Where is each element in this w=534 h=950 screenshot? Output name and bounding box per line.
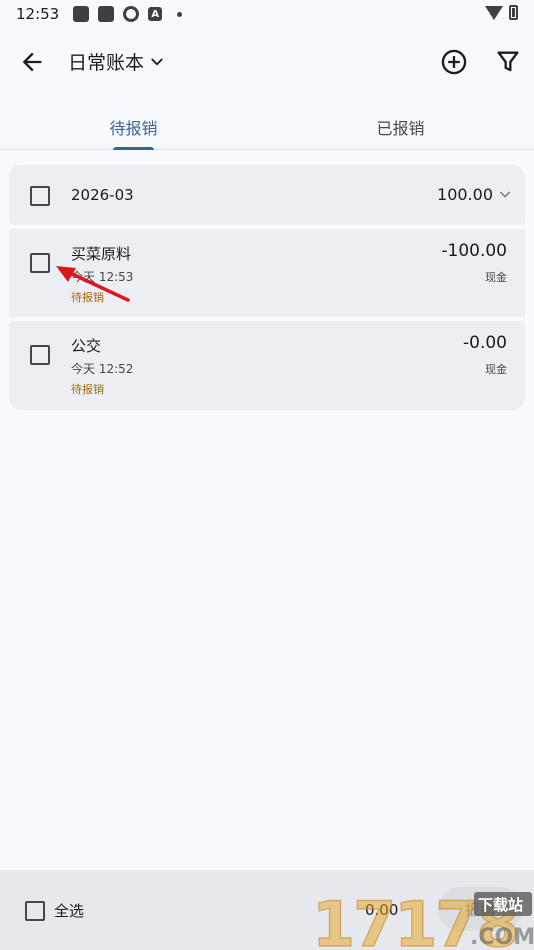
bottom-action-bar: 全选 0.00 报销 — [0, 870, 534, 950]
notification-icon — [73, 6, 90, 22]
sync-icon — [123, 6, 140, 22]
item-checkbox[interactable] — [30, 253, 50, 273]
group-month-label: 2026-03 — [71, 186, 134, 204]
reimburse-button[interactable]: 报销 — [438, 887, 522, 931]
wifi-icon — [485, 5, 503, 20]
select-all-label: 全选 — [54, 902, 85, 920]
item-status: 待报销 — [71, 291, 104, 304]
expense-list: 2026-03 100.00 买菜原料 今天 12:53 待报销 -100.00… — [9, 165, 525, 410]
chevron-down-icon[interactable] — [497, 186, 513, 202]
app-letter-icon: A — [148, 7, 163, 21]
month-group-header[interactable]: 2026-03 100.00 — [9, 165, 525, 225]
page-title: 日常账本 — [68, 52, 145, 74]
item-name: 买菜原料 — [71, 245, 132, 263]
tab-indicator — [113, 147, 154, 150]
more-notifications-icon — [177, 11, 183, 17]
tab-bar: 待报销 已报销 — [0, 102, 534, 150]
battery-icon — [509, 5, 518, 20]
item-status: 待报销 — [71, 383, 104, 396]
group-checkbox[interactable] — [30, 186, 50, 206]
item-checkbox[interactable] — [30, 345, 50, 365]
list-item[interactable]: 买菜原料 今天 12:53 待报销 -100.00 现金 — [9, 229, 525, 317]
back-arrow-icon[interactable] — [18, 48, 46, 76]
item-amount: -0.00 — [463, 333, 507, 353]
item-amount: -100.00 — [441, 241, 507, 261]
app-bar: 日常账本 — [0, 36, 534, 90]
item-time: 今天 12:53 — [71, 270, 134, 284]
item-time: 今天 12:52 — [71, 362, 134, 376]
chevron-down-icon — [151, 57, 163, 66]
tab-reimbursed[interactable]: 已报销 — [267, 102, 534, 150]
filter-icon[interactable] — [494, 48, 522, 76]
item-account: 现金 — [485, 363, 507, 376]
select-all-box[interactable] — [25, 900, 45, 921]
group-total: 100.00 — [437, 185, 493, 204]
status-bar: 12:53 A — [0, 0, 534, 28]
tab-pending[interactable]: 待报销 — [0, 102, 267, 150]
select-all-checkbox[interactable]: 全选 — [25, 900, 84, 921]
ledger-selector[interactable]: 日常账本 — [68, 48, 166, 75]
list-item[interactable]: 公交 今天 12:52 待报销 -0.00 现金 — [9, 321, 525, 410]
notification-icon — [98, 6, 115, 22]
item-name: 公交 — [71, 337, 102, 355]
status-time: 12:53 — [16, 5, 60, 23]
add-circle-icon[interactable] — [440, 48, 468, 76]
item-account: 现金 — [485, 271, 507, 284]
selected-total: 0.00 — [365, 901, 399, 919]
